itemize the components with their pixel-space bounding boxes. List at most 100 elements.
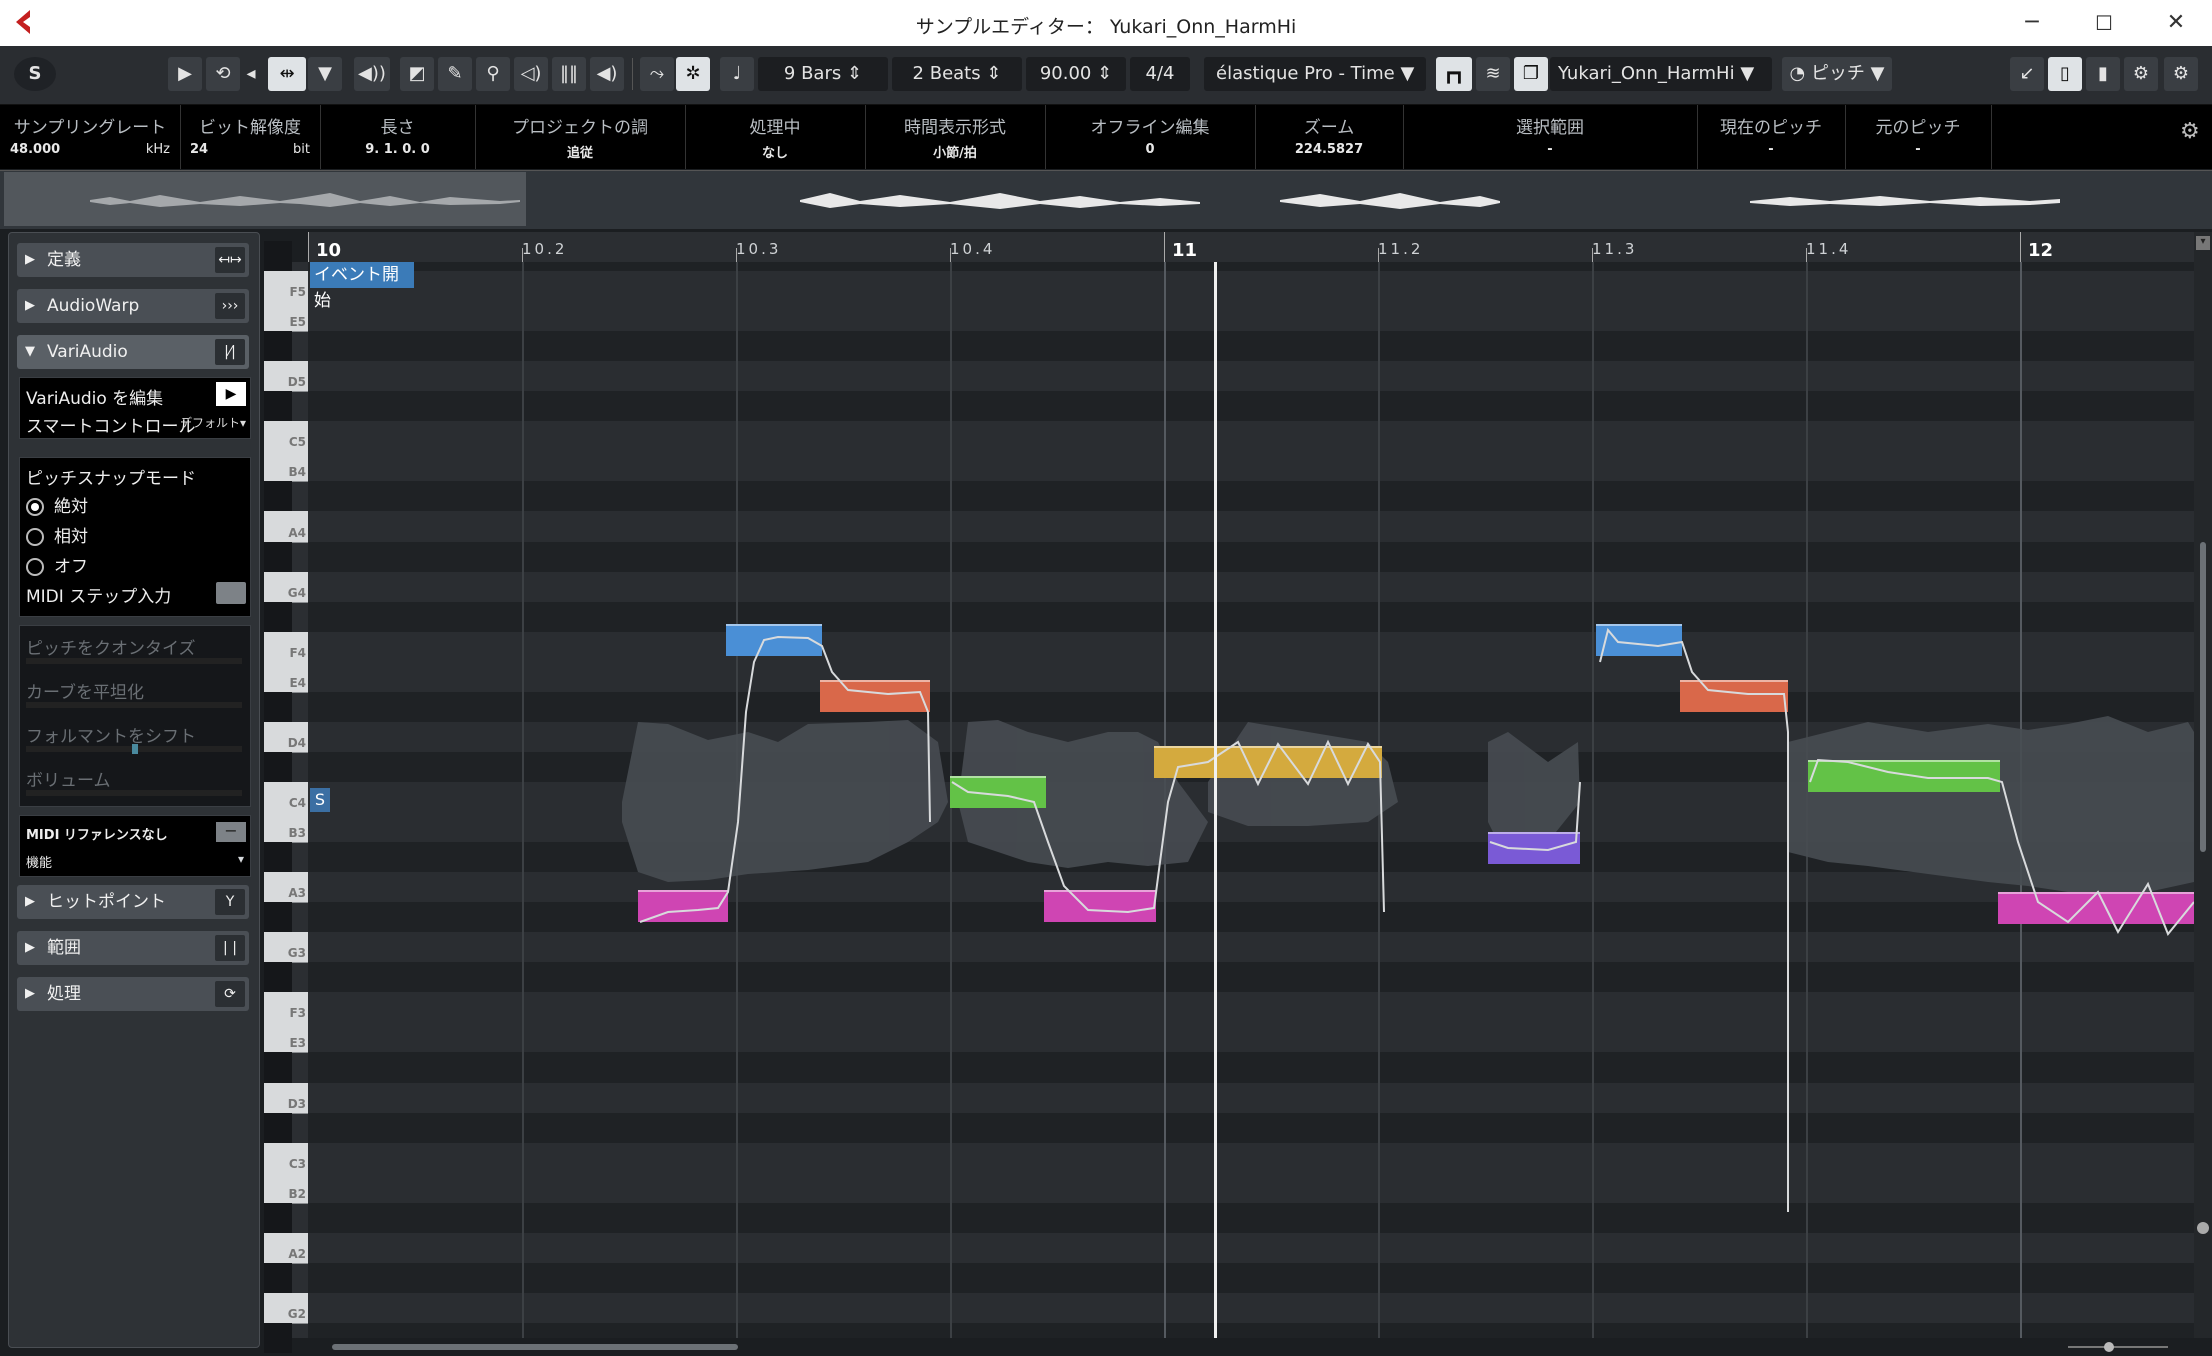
vertical-scrollbar[interactable]: ▾ bbox=[2194, 232, 2212, 1338]
quantize-pitch-slider[interactable] bbox=[26, 658, 242, 664]
snap-curve-icon[interactable]: ⤳ bbox=[640, 57, 674, 91]
audition-icon[interactable]: ◀) bbox=[590, 57, 624, 91]
horizontal-scrollbar[interactable] bbox=[308, 1338, 2194, 1356]
warp-arrows-icon[interactable]: ››› bbox=[215, 293, 245, 319]
black-key[interactable] bbox=[264, 240, 292, 272]
maximize-button[interactable]: ☐ bbox=[2084, 8, 2124, 38]
lanes-icon[interactable]: ≋ bbox=[1476, 57, 1510, 91]
snap-option-absolute[interactable]: 絶対 bbox=[26, 492, 88, 517]
minimize-button[interactable]: ─ bbox=[2012, 8, 2052, 38]
black-key[interactable] bbox=[264, 1052, 292, 1083]
solo-button[interactable]: S bbox=[14, 57, 56, 91]
edit-variaudio-play-button[interactable]: ▶ bbox=[216, 382, 246, 406]
tempo-field[interactable]: 90.00 ⇕ bbox=[1026, 57, 1126, 91]
horizontal-scroll-thumb[interactable] bbox=[332, 1344, 738, 1350]
vertical-zoom-handle[interactable] bbox=[2197, 1222, 2209, 1234]
zoom-icon[interactable]: ⚲ bbox=[476, 57, 510, 91]
ruler[interactable]: 10 10.2 10.3 10.4 11 11.2 11.3 11.4 12 bbox=[308, 232, 2194, 263]
black-key[interactable] bbox=[264, 601, 292, 632]
draw-box-icon[interactable]: ◩ bbox=[400, 57, 434, 91]
info-zoom[interactable]: ズーム 224.5827 bbox=[1255, 105, 1404, 169]
section-process[interactable]: ▶ 処理 ⟳ bbox=[17, 977, 249, 1011]
vertical-scroll-thumb[interactable] bbox=[2200, 542, 2206, 852]
signature-field[interactable]: 4/4 bbox=[1130, 57, 1190, 91]
bracket-icon[interactable]: ┏┓ bbox=[1436, 57, 1472, 91]
info-length[interactable]: 長さ 9. 1. 0. 0 bbox=[320, 105, 476, 169]
smart-control-select[interactable]: デフォルト▾ bbox=[180, 414, 246, 431]
volume-slider[interactable] bbox=[26, 790, 242, 796]
section-definition[interactable]: ▶ 定義 ↤↦ bbox=[17, 243, 249, 277]
bars-field[interactable]: 9 Bars ⇕ bbox=[758, 57, 888, 91]
formant-shift-slider[interactable] bbox=[26, 744, 242, 754]
play-button[interactable]: ▶ bbox=[168, 57, 202, 91]
pitch-editor-grid[interactable] bbox=[308, 262, 2194, 1338]
variaudio-icon[interactable]: |⁄| bbox=[215, 339, 245, 365]
black-key[interactable] bbox=[264, 902, 292, 933]
process-icon[interactable]: ⟳ bbox=[215, 981, 245, 1007]
beats-field[interactable]: 2 Beats ⇕ bbox=[892, 57, 1022, 91]
info-offline-edit[interactable]: オフライン編集 0 bbox=[1045, 105, 1256, 169]
info-samplerate[interactable]: サンプリングレート 48.000 kHz bbox=[0, 105, 181, 169]
algorithm-select[interactable]: élastique Pro - Time ▼ bbox=[1204, 57, 1426, 91]
info-bitdepth[interactable]: ビット解像度 24 bit bbox=[180, 105, 321, 169]
left-panel-icon[interactable]: ▯ bbox=[2048, 57, 2082, 91]
event-start-label[interactable]: イベント開始 bbox=[310, 262, 414, 311]
range-select-button[interactable]: ⇹ bbox=[268, 57, 306, 91]
fit-icon[interactable]: ↤↦ bbox=[215, 247, 245, 273]
settings-panel-icon[interactable]: ⚙ bbox=[2124, 57, 2158, 91]
black-key[interactable] bbox=[264, 1202, 292, 1233]
black-key[interactable] bbox=[264, 842, 292, 873]
black-key[interactable] bbox=[264, 751, 292, 782]
pencil-icon[interactable]: ✎ bbox=[438, 57, 472, 91]
snap-option-relative[interactable]: 相対 bbox=[26, 522, 88, 547]
close-button[interactable]: ✕ bbox=[2156, 8, 2196, 38]
black-key[interactable] bbox=[264, 691, 292, 722]
section-variaudio[interactable]: ▼ VariAudio |⁄| bbox=[17, 335, 249, 369]
note-icon[interactable]: ♩ bbox=[720, 57, 754, 91]
collapse-icon[interactable]: ↙ bbox=[2010, 57, 2044, 91]
pitch-mode-select[interactable]: ◔ ピッチ ▼ bbox=[1782, 57, 1892, 91]
right-panel-icon[interactable]: ▮ bbox=[2086, 57, 2120, 91]
info-current-pitch[interactable]: 現在のピッチ - bbox=[1697, 105, 1846, 169]
segment-marker[interactable]: S bbox=[310, 788, 330, 812]
section-hitpoints[interactable]: ▶ ヒットポイント Y bbox=[17, 885, 249, 919]
info-time-format[interactable]: 時間表示形式 小節/拍 bbox=[865, 105, 1046, 169]
black-key[interactable] bbox=[264, 1262, 292, 1293]
black-key[interactable] bbox=[264, 1112, 292, 1143]
black-key[interactable] bbox=[264, 541, 292, 572]
black-key[interactable] bbox=[264, 331, 292, 362]
straighten-curve-slider[interactable] bbox=[26, 702, 242, 708]
black-key[interactable] bbox=[264, 962, 292, 993]
section-audiowarp[interactable]: ▶ AudioWarp ››› bbox=[17, 289, 249, 323]
midi-step-toggle[interactable] bbox=[216, 582, 246, 604]
chevron-down-icon[interactable]: ▾ bbox=[2196, 236, 2210, 250]
info-project-key[interactable]: プロジェクトの調 追従 bbox=[475, 105, 686, 169]
info-selection[interactable]: 選択範囲 - bbox=[1403, 105, 1698, 169]
range-icon[interactable]: | | bbox=[215, 935, 245, 961]
snap-button[interactable]: ✲ bbox=[676, 57, 710, 91]
filter-icon[interactable]: Y bbox=[215, 889, 245, 915]
info-processing[interactable]: 処理中 なし bbox=[685, 105, 866, 169]
piano-keyboard[interactable]: F5 E5 D5 C5 B4 A4 G4 F4 E4 D4 C4 B3 A3 G3 F3 E3 D3 C3 B2 A2… bbox=[264, 240, 309, 1354]
black-key[interactable] bbox=[264, 391, 292, 422]
speaker-icon[interactable]: ◀)) bbox=[354, 57, 390, 91]
black-key[interactable] bbox=[264, 1322, 292, 1354]
info-original-pitch[interactable]: 元のピッチ - bbox=[1845, 105, 1992, 169]
horizontal-zoom-slider[interactable] bbox=[2068, 1346, 2168, 1348]
tool-dropdown[interactable]: ▼ bbox=[308, 57, 342, 91]
loop-button[interactable]: ⟲ bbox=[206, 57, 240, 91]
infoline-settings-icon[interactable]: ⚙ bbox=[2180, 119, 2200, 144]
overview-selection[interactable] bbox=[4, 172, 526, 226]
layers-icon[interactable]: ❐ bbox=[1514, 57, 1548, 91]
project-cursor[interactable] bbox=[1214, 262, 1217, 1338]
gear-icon[interactable]: ⚙ bbox=[2164, 57, 2198, 91]
black-key[interactable] bbox=[264, 481, 292, 512]
function-select[interactable]: 機能 bbox=[26, 852, 52, 871]
horizontal-zoom-handle[interactable] bbox=[2104, 1342, 2114, 1352]
scrub-icon[interactable]: ◁) bbox=[514, 57, 548, 91]
midi-reference-toggle[interactable]: − bbox=[216, 822, 246, 842]
warp-icon[interactable]: ‖‖ bbox=[552, 57, 586, 91]
section-range[interactable]: ▶ 範囲 | | bbox=[17, 931, 249, 965]
event-select[interactable]: Yukari_Onn_HarmHi ▼ bbox=[1550, 57, 1772, 91]
snap-option-off[interactable]: オフ bbox=[26, 552, 88, 577]
